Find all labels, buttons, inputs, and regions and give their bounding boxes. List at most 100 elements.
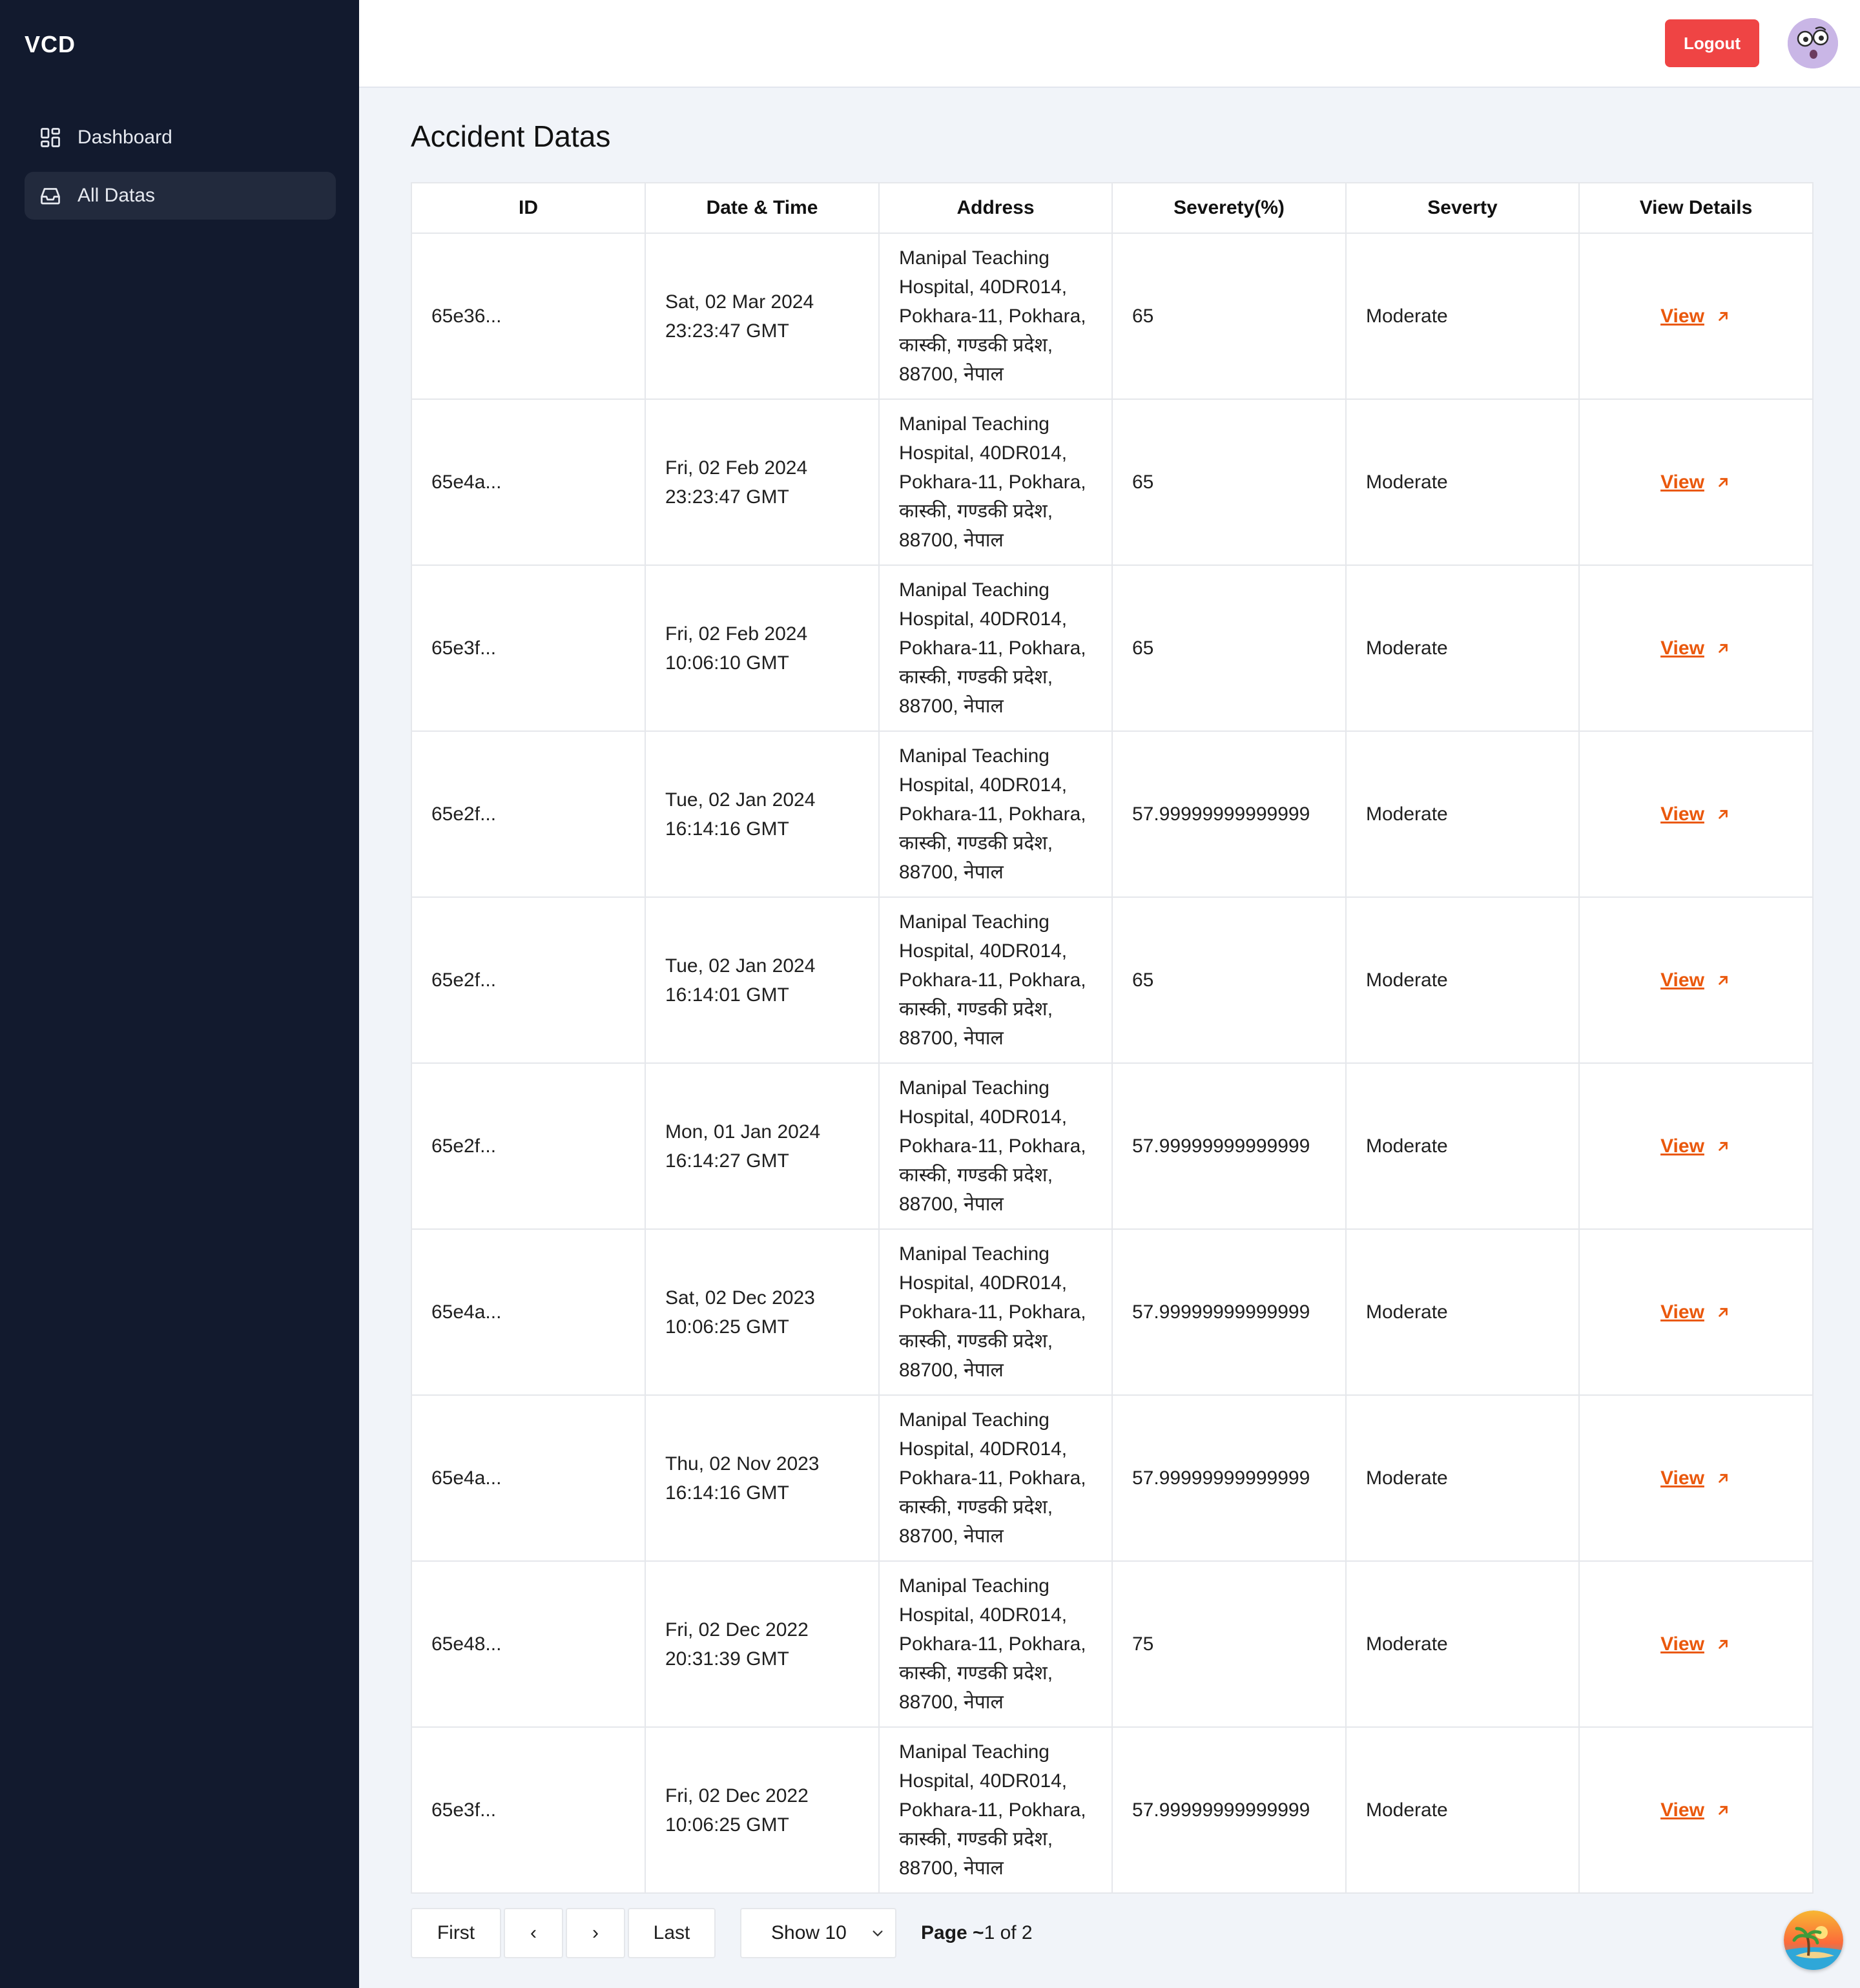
view-link-label: View: [1660, 471, 1704, 493]
cell-id: 65e4a...: [411, 1394, 646, 1562]
page-title: Accident Datas: [411, 119, 611, 153]
view-details-link[interactable]: View: [1660, 1796, 1731, 1825]
column-header-date-time[interactable]: Date & Time: [645, 182, 880, 234]
avatar[interactable]: [1788, 18, 1838, 68]
view-details-link[interactable]: View: [1660, 966, 1731, 995]
address-line: Manipal Teaching: [899, 911, 1049, 933]
chevron-down-icon: [871, 1926, 885, 1940]
cell-date-time: Sat, 02 Mar 2024 23:23:47 GMT: [645, 233, 880, 400]
table-row: 65e2f... Tue, 02 Jan 2024 16:14:16 GMT Mani…: [411, 730, 1814, 898]
brand-logo[interactable]: VCD: [25, 31, 76, 58]
cell-severity-percent: 57.99999999999999: [1111, 1062, 1347, 1230]
address-line: Manipal Teaching: [899, 247, 1049, 269]
view-details-link[interactable]: View: [1660, 468, 1731, 497]
table-row: 65e4a... Sat, 02 Dec 2023 10:06:25 GMT Mani…: [411, 1228, 1814, 1396]
cell-date-time: Fri, 02 Dec 2022 20:31:39 GMT: [645, 1560, 880, 1728]
arrow-up-right-icon: [1715, 640, 1731, 657]
address-line: Pokhara-11, Pokhara,: [899, 1467, 1086, 1489]
view-details-link[interactable]: View: [1660, 634, 1731, 663]
address-line: Manipal Teaching: [899, 579, 1049, 601]
beach-island-icon: [1784, 1910, 1843, 1970]
arrow-up-right-icon: [1715, 1636, 1731, 1653]
view-link-label: View: [1660, 1467, 1704, 1489]
cell-view-details: View: [1578, 1228, 1814, 1396]
first-page-button[interactable]: First: [411, 1908, 501, 1958]
cell-view-details: View: [1578, 1726, 1814, 1894]
cell-id: 65e2f...: [411, 896, 646, 1064]
cell-time: 16:14:01 GMT: [665, 984, 789, 1006]
column-header-severity[interactable]: Severty: [1345, 182, 1580, 234]
view-details-link[interactable]: View: [1660, 1630, 1731, 1659]
cell-view-details: View: [1578, 399, 1814, 566]
address-line: Manipal Teaching: [899, 1575, 1049, 1597]
view-details-link[interactable]: View: [1660, 1298, 1731, 1327]
arrow-up-right-icon: [1715, 1304, 1731, 1321]
cell-view-details: View: [1578, 564, 1814, 732]
cell-severity-percent: 57.99999999999999: [1111, 730, 1347, 898]
cell-severity-percent: 65: [1111, 896, 1347, 1064]
cell-address: Manipal Teaching Hospital, 40DR014, Pokhar…: [878, 1394, 1113, 1562]
cell-address: Manipal Teaching Hospital, 40DR014, Pokhar…: [878, 1062, 1113, 1230]
cell-severity: Moderate: [1345, 1394, 1580, 1562]
cell-time: 10:06:25 GMT: [665, 1316, 789, 1338]
cell-severity: Moderate: [1345, 1726, 1580, 1894]
sidebar-item-all-datas[interactable]: All Datas: [25, 172, 336, 220]
table-row: 65e2f... Mon, 01 Jan 2024 16:14:27 GMT Mani…: [411, 1062, 1814, 1230]
cell-severity-percent: 65: [1111, 564, 1347, 732]
cell-id: 65e36...: [411, 233, 646, 400]
arrow-up-right-icon: [1715, 1138, 1731, 1155]
cell-id: 65e3f...: [411, 1726, 646, 1894]
next-page-button[interactable]: ›: [566, 1908, 625, 1958]
cell-view-details: View: [1578, 1062, 1814, 1230]
view-details-link[interactable]: View: [1660, 800, 1731, 829]
cell-date: Thu, 02 Nov 2023: [665, 1453, 820, 1475]
address-line: Manipal Teaching: [899, 1077, 1049, 1099]
cell-severity-percent: 57.99999999999999: [1111, 1394, 1347, 1562]
page-indicator-prefix: Page ~: [921, 1922, 984, 1943]
cell-severity: Moderate: [1345, 1062, 1580, 1230]
cell-severity: Moderate: [1345, 730, 1580, 898]
address-line: Manipal Teaching: [899, 1741, 1049, 1763]
cell-address: Manipal Teaching Hospital, 40DR014, Pokhar…: [878, 1228, 1113, 1396]
cell-time: 23:23:47 GMT: [665, 320, 789, 342]
floating-action-button[interactable]: [1784, 1910, 1843, 1970]
cell-view-details: View: [1578, 896, 1814, 1064]
prev-page-button[interactable]: ‹: [504, 1908, 563, 1958]
address-line: Pokhara-11, Pokhara,: [899, 803, 1086, 825]
cell-time: 10:06:25 GMT: [665, 1814, 789, 1836]
address-line: Hospital, 40DR014,: [899, 1106, 1068, 1128]
cell-address: Manipal Teaching Hospital, 40DR014, Pokhar…: [878, 896, 1113, 1064]
address-line: Pokhara-11, Pokhara,: [899, 1799, 1086, 1821]
cell-date-time: Fri, 02 Feb 2024 10:06:10 GMT: [645, 564, 880, 732]
column-header-address[interactable]: Address: [878, 182, 1113, 234]
cell-id: 65e2f...: [411, 1062, 646, 1230]
view-details-link[interactable]: View: [1660, 1132, 1731, 1161]
cell-date-time: Thu, 02 Nov 2023 16:14:16 GMT: [645, 1394, 880, 1562]
last-page-button[interactable]: Last: [628, 1908, 716, 1958]
address-line: Hospital, 40DR014,: [899, 608, 1068, 630]
view-details-link[interactable]: View: [1660, 302, 1731, 331]
table-body: 65e36... Sat, 02 Mar 2024 23:23:47 GMT Mani…: [411, 233, 1814, 1894]
address-line: 88700, नेपाल: [899, 696, 1004, 717]
address-line: Hospital, 40DR014,: [899, 442, 1068, 464]
logout-button[interactable]: Logout: [1665, 19, 1759, 67]
address-line: 88700, नेपाल: [899, 1692, 1004, 1713]
cell-date: Tue, 02 Jan 2024: [665, 955, 816, 977]
view-link-label: View: [1660, 1135, 1704, 1157]
page-size-value: Show 10: [771, 1922, 847, 1943]
page-indicator-value: 1 of 2: [984, 1922, 1033, 1943]
cell-id: 65e4a...: [411, 1228, 646, 1396]
cell-view-details: View: [1578, 1394, 1814, 1562]
view-details-link[interactable]: View: [1660, 1464, 1731, 1493]
arrow-up-right-icon: [1715, 1470, 1731, 1487]
address-line: Hospital, 40DR014,: [899, 1438, 1068, 1460]
column-header-severity-percent[interactable]: Severety(%): [1111, 182, 1347, 234]
address-line: Manipal Teaching: [899, 413, 1049, 435]
sidebar-item-label: All Datas: [78, 185, 156, 206]
page-size-select[interactable]: Show 10: [740, 1908, 896, 1958]
cell-time: 10:06:10 GMT: [665, 652, 789, 674]
sidebar-item-dashboard[interactable]: Dashboard: [25, 114, 336, 161]
column-header-id[interactable]: ID: [411, 182, 646, 234]
cell-date-time: Sat, 02 Dec 2023 10:06:25 GMT: [645, 1228, 880, 1396]
arrow-up-right-icon: [1715, 474, 1731, 491]
